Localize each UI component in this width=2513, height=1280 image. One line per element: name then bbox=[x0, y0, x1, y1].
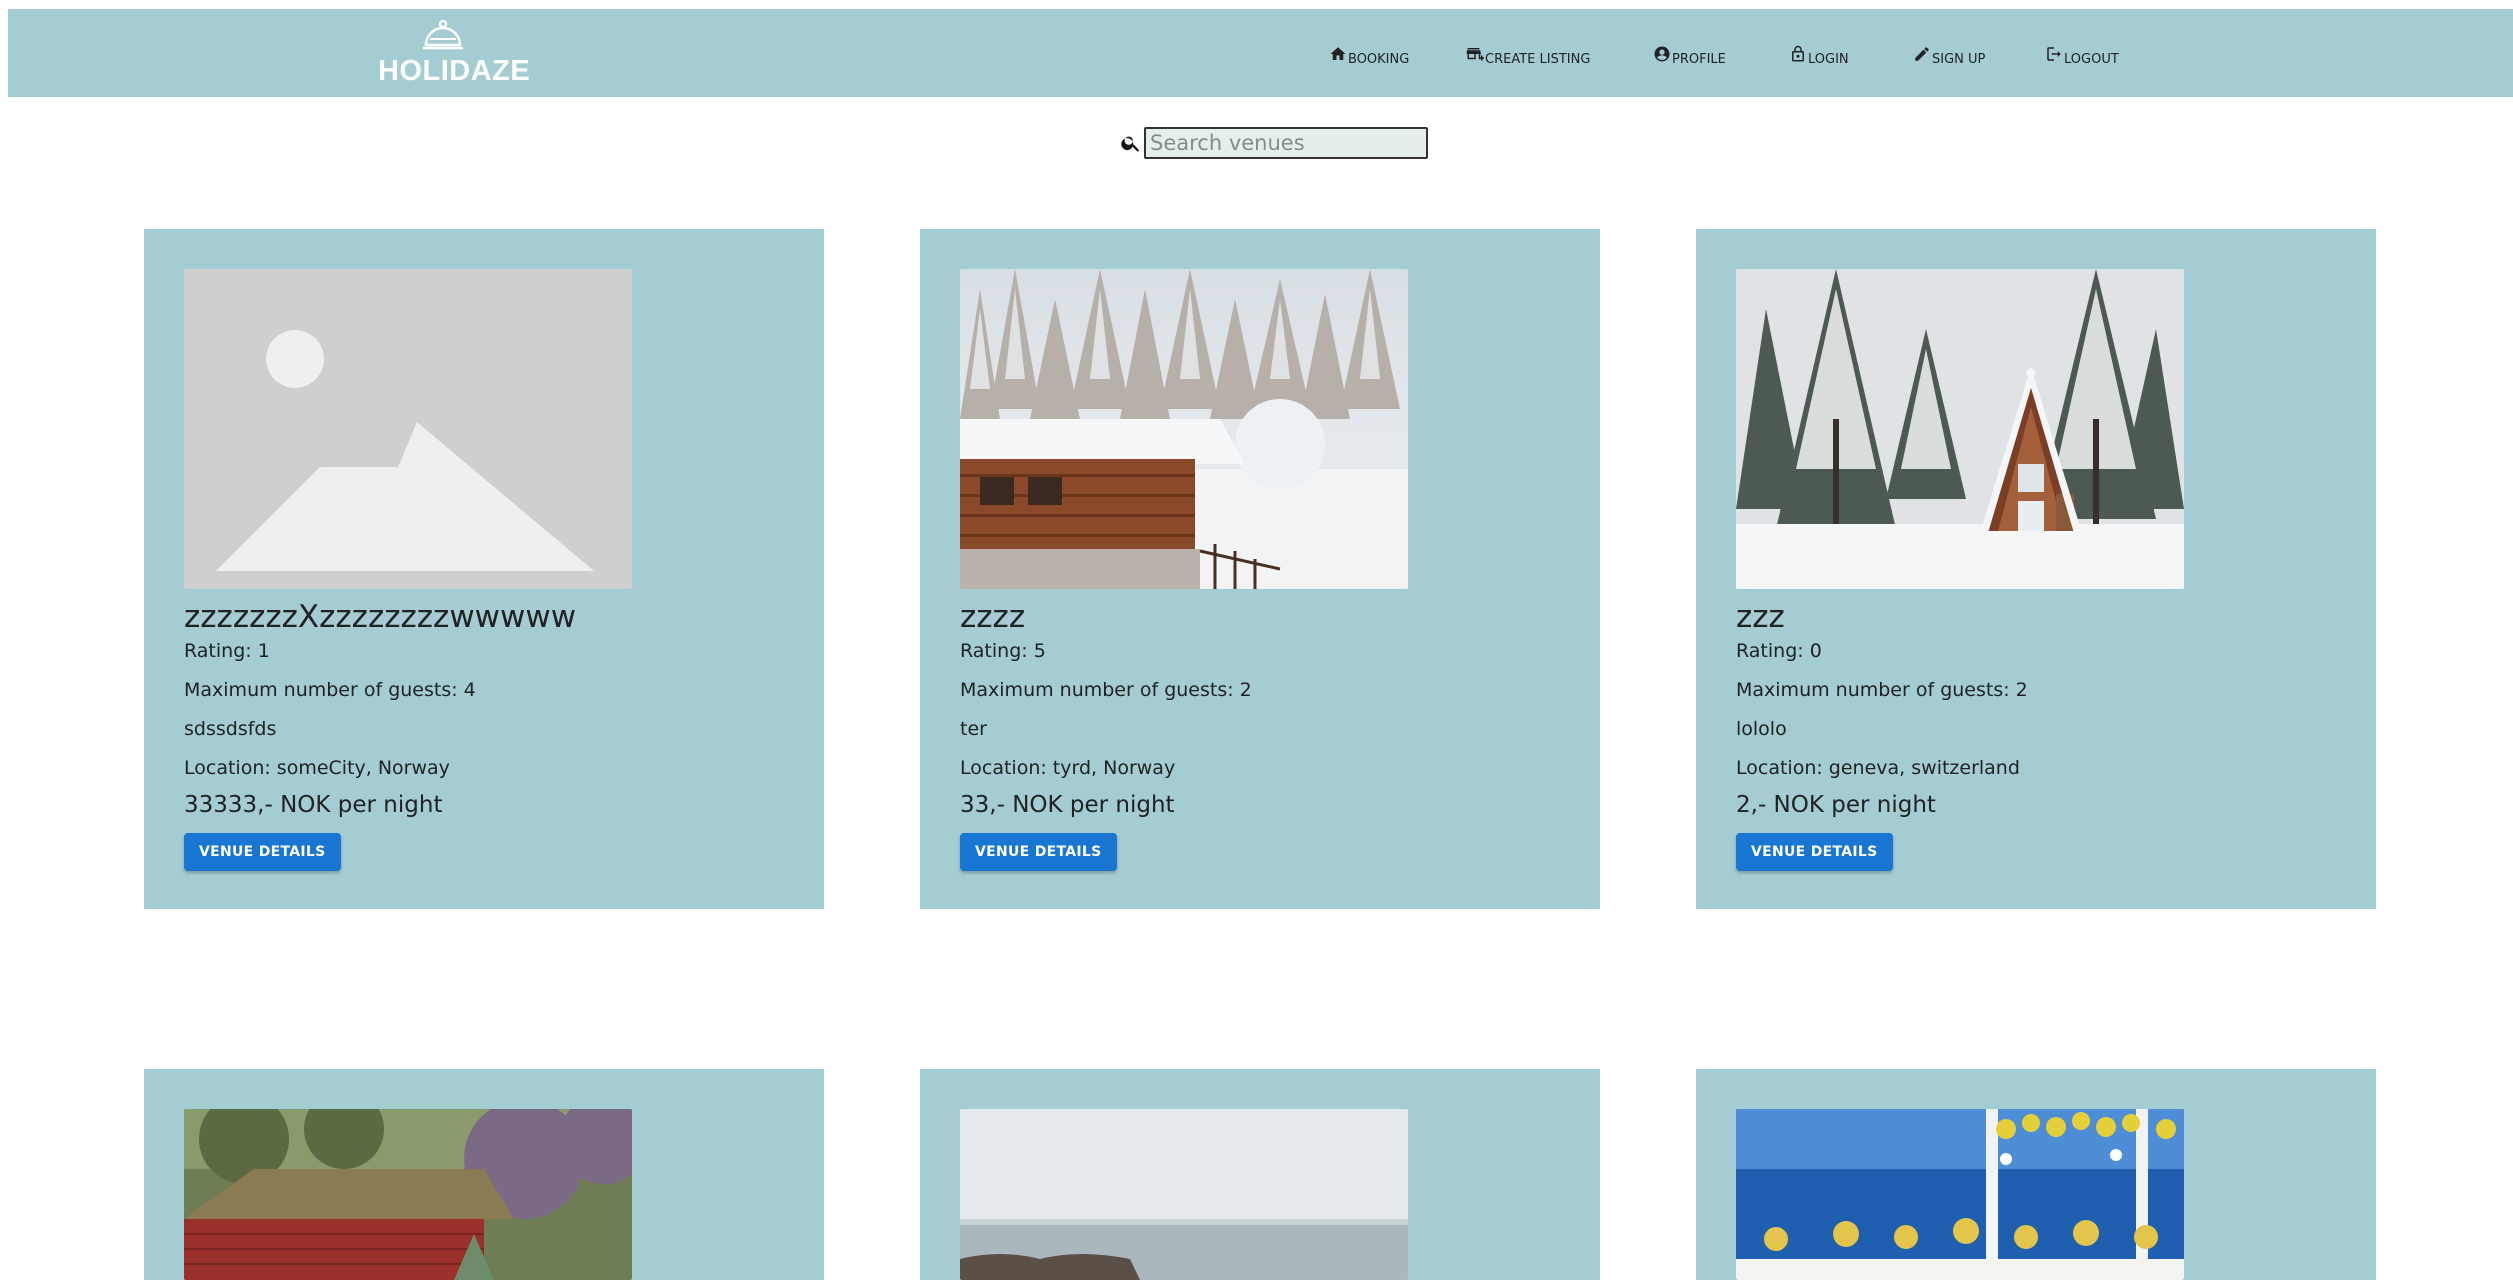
search-icon bbox=[1121, 136, 1140, 152]
nav-profile-label: PROFILE bbox=[1672, 52, 1726, 67]
venue-max-guests: Maximum number of guests: 2 bbox=[1736, 679, 2028, 701]
nav-sign-up[interactable]: SIGN UP bbox=[1913, 39, 1985, 69]
venue-price: 2,- NOK per night bbox=[1736, 792, 1936, 818]
venue-location: Location: tyrd, Norway bbox=[960, 757, 1176, 779]
home-icon bbox=[1330, 47, 1346, 60]
pencil-icon bbox=[1915, 47, 1929, 61]
venue-card: zzz Rating: 0 Maximum number of guests: … bbox=[1696, 229, 2376, 909]
nav-login-label: LOGIN bbox=[1808, 52, 1849, 67]
venue-image bbox=[960, 1109, 1408, 1280]
nav-login[interactable]: LOGIN bbox=[1789, 39, 1849, 69]
search-input[interactable] bbox=[1144, 127, 1428, 159]
venue-rating: Rating: 5 bbox=[960, 640, 1046, 662]
venue-image bbox=[184, 269, 632, 589]
thatched-red-house-photo bbox=[184, 1109, 632, 1280]
venue-description: lololo bbox=[1736, 718, 1787, 740]
venue-details-button[interactable]: VENUE DETAILS bbox=[960, 833, 1117, 871]
venue-name: zzz bbox=[1736, 599, 1785, 635]
venue-description: sdssdsfds bbox=[184, 718, 277, 740]
venue-description: ter bbox=[960, 718, 987, 740]
venue-card bbox=[144, 1069, 824, 1280]
venue-details-button[interactable]: VENUE DETAILS bbox=[1736, 833, 1893, 871]
nav-profile[interactable]: PROFILE bbox=[1653, 39, 1726, 69]
venue-name: zzzzzzzXzzzzzzzzwwwww bbox=[184, 599, 577, 635]
venue-image bbox=[1736, 1109, 2184, 1280]
venue-max-guests: Maximum number of guests: 2 bbox=[960, 679, 1252, 701]
venue-location: Location: geneva, switzerland bbox=[1736, 757, 2020, 779]
lock-icon bbox=[1792, 45, 1804, 62]
venue-card bbox=[1696, 1069, 2376, 1280]
storefront-add-icon bbox=[1466, 48, 1484, 61]
account-circle-icon bbox=[1654, 46, 1670, 62]
venue-image bbox=[1736, 269, 2184, 589]
venue-image bbox=[184, 1109, 632, 1280]
nav-booking-label: BOOKING bbox=[1348, 52, 1410, 67]
venue-price: 33,- NOK per night bbox=[960, 792, 1175, 818]
venue-location: Location: someCity, Norway bbox=[184, 757, 450, 779]
placeholder-image-icon bbox=[184, 269, 632, 589]
navbar: HOLIDAZE BOOKING CREATE LISTING PROFILE … bbox=[8, 9, 2513, 97]
venue-rating: Rating: 0 bbox=[1736, 640, 1822, 662]
venue-price: 33333,- NOK per night bbox=[184, 792, 443, 818]
nav-sign-up-label: SIGN UP bbox=[1932, 52, 1986, 67]
rocky-sea-shore-photo bbox=[960, 1109, 1408, 1280]
venue-card: zzzz Rating: 5 Maximum number of guests:… bbox=[920, 229, 1600, 909]
nav-logout[interactable]: LOGOUT bbox=[2045, 39, 2119, 69]
logout-icon bbox=[2047, 47, 2061, 61]
seaside-wedding-table-photo bbox=[1736, 1109, 2184, 1280]
nav-booking[interactable]: BOOKING bbox=[1329, 39, 1409, 69]
nav-menu: BOOKING CREATE LISTING PROFILE LOGIN SIG… bbox=[8, 39, 2513, 69]
venue-rating: Rating: 1 bbox=[184, 640, 270, 662]
venue-card bbox=[920, 1069, 1600, 1280]
venue-max-guests: Maximum number of guests: 4 bbox=[184, 679, 476, 701]
venue-name: zzzz bbox=[960, 599, 1026, 635]
nav-create-listing[interactable]: CREATE LISTING bbox=[1466, 39, 1590, 69]
search-bar bbox=[1120, 127, 1428, 159]
top-border bbox=[0, 0, 2513, 7]
nav-logout-label: LOGOUT bbox=[2064, 52, 2119, 67]
venue-card: zzzzzzzXzzzzzzzzwwwww Rating: 1 Maximum … bbox=[144, 229, 824, 909]
nav-create-listing-label: CREATE LISTING bbox=[1485, 52, 1591, 67]
venue-image bbox=[960, 269, 1408, 589]
venue-details-button[interactable]: VENUE DETAILS bbox=[184, 833, 341, 871]
snowy-cabin-photo bbox=[960, 269, 1408, 589]
a-frame-cabin-photo bbox=[1736, 269, 2184, 589]
